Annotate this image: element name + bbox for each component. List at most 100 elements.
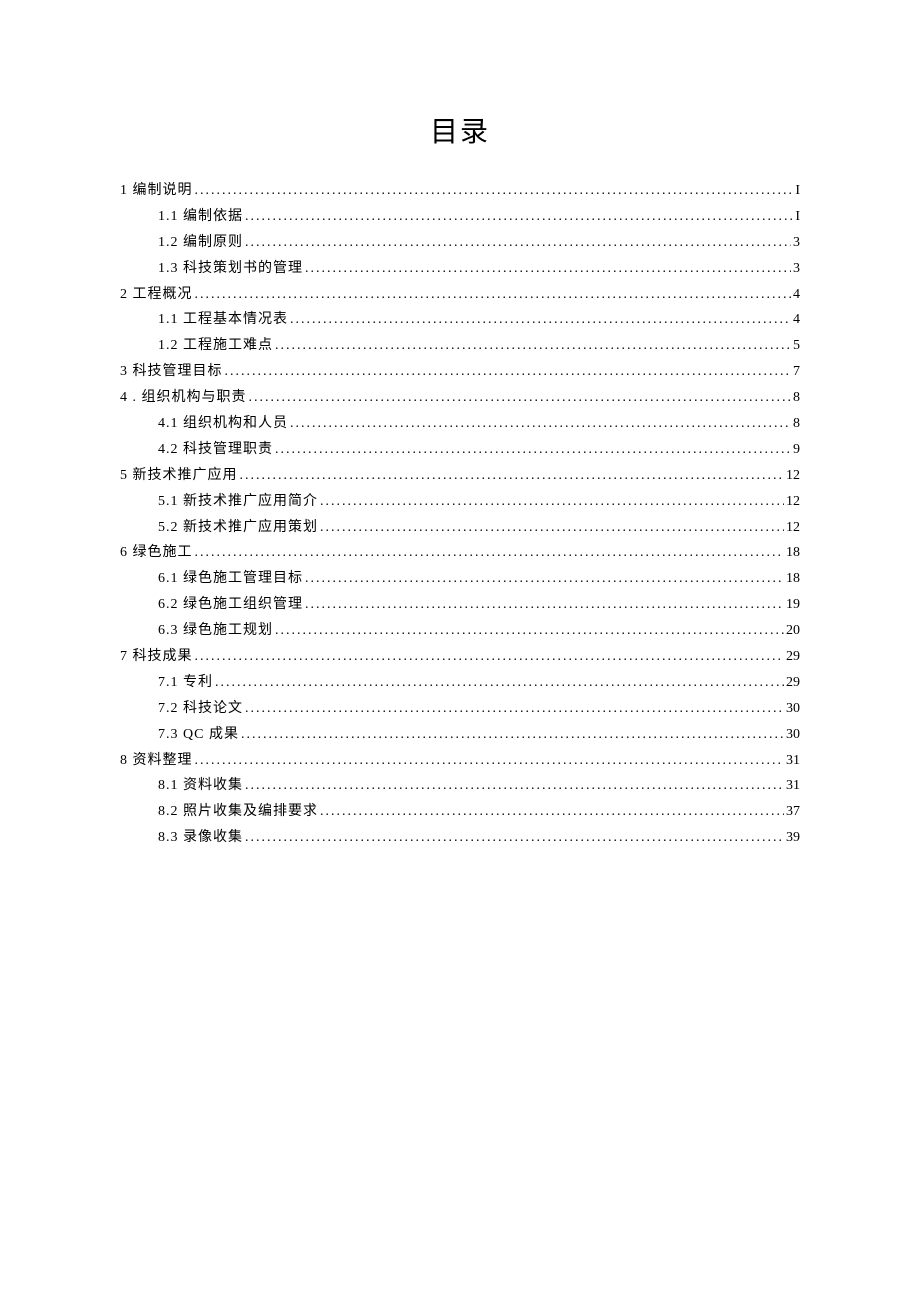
toc-leader-dots — [305, 566, 784, 592]
toc-entry-label: 7.3 QC 成果 — [158, 722, 239, 748]
toc-entry-label: 6.1 绿色施工管理目标 — [158, 566, 303, 592]
toc-entry: 7.3 QC 成果 30 — [120, 722, 800, 748]
toc-leader-dots — [249, 385, 792, 411]
toc-leader-dots — [245, 204, 793, 230]
toc-entry: 5.2 新技术推广应用策划 12 — [120, 515, 800, 541]
toc-entry-page: 29 — [786, 670, 800, 696]
toc-entry-label: 1.1 工程基本情况表 — [158, 307, 288, 333]
toc-leader-dots — [305, 592, 784, 618]
toc-entry-page: 18 — [786, 566, 800, 592]
toc-entry: 1 编制说明I — [120, 178, 800, 204]
toc-entry-label: 5.2 新技术推广应用策划 — [158, 515, 318, 541]
toc-entry-label: 8 资料整理 — [120, 748, 193, 774]
toc-entry: 1.2 工程施工难点 5 — [120, 333, 800, 359]
toc-leader-dots — [275, 437, 791, 463]
toc-entry-page: 19 — [786, 592, 800, 618]
toc-entry-page: 20 — [786, 618, 800, 644]
toc-entry-label: 1.2 工程施工难点 — [158, 333, 273, 359]
toc-entry-page: 29 — [786, 644, 800, 670]
toc-entry-page: 12 — [786, 463, 800, 489]
toc-entry: 6.3 绿色施工规划 20 — [120, 618, 800, 644]
toc-leader-dots — [245, 696, 784, 722]
toc-entry-page: 30 — [786, 696, 800, 722]
toc-entry-page: 5 — [793, 333, 800, 359]
toc-entry: 7 科技成果 29 — [120, 644, 800, 670]
toc-entry-page: 8 — [793, 385, 800, 411]
toc-entry-label: 1.1 编制依据 — [158, 204, 243, 230]
toc-entry-page: 9 — [793, 437, 800, 463]
toc-entry-label: 1.2 编制原则 — [158, 230, 243, 256]
toc-entry-page: 39 — [786, 825, 800, 851]
toc-leader-dots — [320, 489, 784, 515]
toc-entry-page: I — [795, 204, 800, 230]
toc-entry-page: 18 — [786, 540, 800, 566]
toc-entry-page: 4 — [793, 307, 800, 333]
toc-leader-dots — [225, 359, 792, 385]
toc-entry-label: 2 工程概况 — [120, 282, 193, 308]
toc-entry: 2 工程概况 4 — [120, 282, 800, 308]
toc-leader-dots — [320, 515, 784, 541]
toc-entry: 5 新技术推广应用 12 — [120, 463, 800, 489]
toc-entry-label: 5 新技术推广应用 — [120, 463, 238, 489]
toc-entry-label: 4 . 组织机构与职责 — [120, 385, 247, 411]
toc-entry-page: 4 — [793, 282, 800, 308]
toc-entry-label: 7.2 科技论文 — [158, 696, 243, 722]
toc-entry-label: 4.1 组织机构和人员 — [158, 411, 288, 437]
toc-leader-dots — [305, 256, 791, 282]
toc-leader-dots — [195, 644, 785, 670]
toc-entry-page: 3 — [793, 230, 800, 256]
toc-entry-label: 4.2 科技管理职责 — [158, 437, 273, 463]
toc-entry-page: 37 — [786, 799, 800, 825]
toc-leader-dots — [245, 773, 784, 799]
toc-entry: 4.1 组织机构和人员 8 — [120, 411, 800, 437]
toc-entry: 1.3 科技策划书的管理 3 — [120, 256, 800, 282]
toc-leader-dots — [290, 411, 791, 437]
toc-entry-label: 7 科技成果 — [120, 644, 193, 670]
toc-entry-page: 12 — [786, 489, 800, 515]
toc-entry: 4 . 组织机构与职责 8 — [120, 385, 800, 411]
toc-entry-page: 31 — [786, 773, 800, 799]
toc-entry-page: 30 — [786, 722, 800, 748]
toc-entry: 6.2 绿色施工组织管理19 — [120, 592, 800, 618]
toc-leader-dots — [195, 178, 794, 204]
toc-entry-label: 8.3 录像收集 — [158, 825, 243, 851]
toc-entry: 8.3 录像收集 39 — [120, 825, 800, 851]
toc-entry-label: 5.1 新技术推广应用简介 — [158, 489, 318, 515]
toc-leader-dots — [275, 333, 791, 359]
toc-entry: 4.2 科技管理职责 9 — [120, 437, 800, 463]
toc-entry: 7.2 科技论文 30 — [120, 696, 800, 722]
toc-entry: 8.1 资料收集 31 — [120, 773, 800, 799]
toc-entry-label: 6 绿色施工 — [120, 540, 193, 566]
toc-entry: 6 绿色施工 18 — [120, 540, 800, 566]
toc-entry-page: 3 — [793, 256, 800, 282]
page-title: 目录 — [120, 110, 800, 150]
toc-leader-dots — [275, 618, 784, 644]
toc-entry-label: 6.3 绿色施工规划 — [158, 618, 273, 644]
toc-leader-dots — [195, 282, 792, 308]
toc-container: 1 编制说明I1.1 编制依据I1.2 编制原则31.3 科技策划书的管理32 … — [120, 178, 800, 851]
toc-entry: 3 科技管理目标 7 — [120, 359, 800, 385]
toc-leader-dots — [195, 540, 785, 566]
toc-entry-label: 1 编制说明 — [120, 178, 193, 204]
toc-entry: 1.1 工程基本情况表 4 — [120, 307, 800, 333]
toc-entry: 8.2 照片收集及编排要求37 — [120, 799, 800, 825]
toc-entry-label: 3 科技管理目标 — [120, 359, 223, 385]
toc-leader-dots — [215, 670, 784, 696]
toc-leader-dots — [195, 748, 785, 774]
toc-entry: 8 资料整理31 — [120, 748, 800, 774]
toc-leader-dots — [320, 799, 784, 825]
toc-leader-dots — [241, 722, 784, 748]
toc-leader-dots — [245, 230, 791, 256]
toc-entry: 5.1 新技术推广应用简介 12 — [120, 489, 800, 515]
toc-entry-label: 8.1 资料收集 — [158, 773, 243, 799]
toc-entry: 1.1 编制依据 I — [120, 204, 800, 230]
toc-entry: 7.1 专利29 — [120, 670, 800, 696]
toc-leader-dots — [240, 463, 785, 489]
toc-leader-dots — [245, 825, 784, 851]
toc-entry-label: 1.3 科技策划书的管理 — [158, 256, 303, 282]
toc-leader-dots — [290, 307, 791, 333]
toc-entry: 1.2 编制原则 3 — [120, 230, 800, 256]
toc-entry-page: 8 — [793, 411, 800, 437]
toc-entry-page: 12 — [786, 515, 800, 541]
toc-entry-page: 7 — [793, 359, 800, 385]
